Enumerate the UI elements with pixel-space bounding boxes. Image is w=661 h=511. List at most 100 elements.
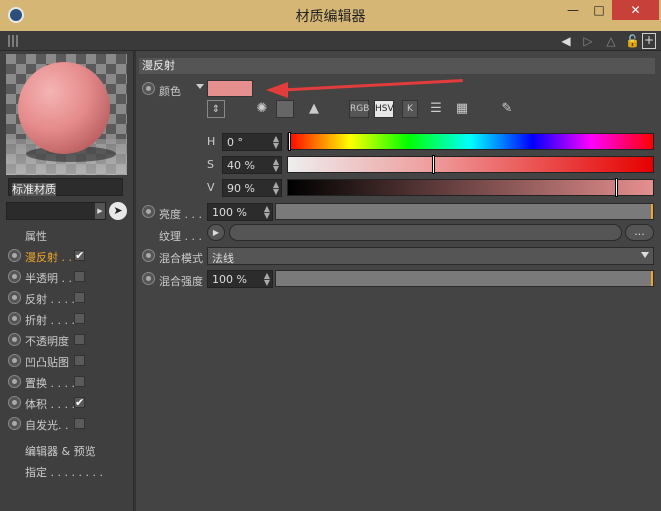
arrow-right-icon[interactable]: ▷ <box>578 33 598 49</box>
diffuse-panel: 漫反射 颜色 ⇕ ✺ ▲ RGB HSV K ☰ ▦ ✎ H 0 ° ▲ ▼ S … <box>136 51 661 511</box>
value-gradient-slider[interactable] <box>287 178 654 197</box>
radio-icon[interactable] <box>8 354 21 367</box>
radio-icon[interactable] <box>8 417 21 430</box>
cursor-pick-icon[interactable]: ➤ <box>109 202 127 220</box>
radio-icon[interactable] <box>8 333 21 346</box>
rgb-mode-button[interactable]: RGB <box>349 100 369 118</box>
radio-icon[interactable] <box>8 270 21 283</box>
minimize-button[interactable]: — <box>560 0 586 20</box>
channel-label: 反射 . . . . <box>25 293 75 306</box>
value-field[interactable]: 90 % ▲ ▼ <box>222 179 282 197</box>
channel-checkbox[interactable] <box>74 418 85 429</box>
color-expand-icon[interactable] <box>196 84 204 89</box>
assign-link[interactable]: 指定 . . . . . . . . <box>25 464 103 480</box>
channel-checkbox[interactable]: ✔ <box>74 250 85 261</box>
channel-refraction[interactable]: 折射 . . . . <box>8 310 128 328</box>
channel-label: 不透明度 <box>25 335 69 348</box>
blend-strength-field[interactable]: 100 % ▲ ▼ <box>207 270 273 288</box>
brightness-label: 亮度 . . . <box>159 208 202 221</box>
palette-icon[interactable]: ▦ <box>453 100 471 118</box>
hue-label: H <box>207 135 216 148</box>
channel-checkbox[interactable] <box>74 271 85 282</box>
channel-checkbox[interactable]: ✔ <box>74 397 85 408</box>
radio-icon[interactable] <box>8 291 21 304</box>
image-picker-icon[interactable]: ▲ <box>305 100 323 118</box>
swatch-icon[interactable] <box>276 100 294 118</box>
channel-label: 置换 . . . . <box>25 377 75 390</box>
mixer-icon[interactable]: ☰ <box>427 100 445 118</box>
spinner-icon[interactable]: ▲ ▼ <box>264 272 270 287</box>
spinner-icon[interactable]: ▲ ▼ <box>273 158 279 173</box>
channel-bump[interactable]: 凹凸贴图 <box>8 352 128 370</box>
radio-icon[interactable] <box>8 249 21 262</box>
material-preview[interactable] <box>6 54 127 175</box>
saturation-gradient-slider[interactable] <box>287 155 654 174</box>
brightness-value: 100 % <box>212 206 247 219</box>
kelvin-mode-button[interactable]: K <box>402 100 418 118</box>
hsv-mode-button[interactable]: HSV <box>374 100 394 118</box>
blend-strength-slider[interactable] <box>275 270 654 287</box>
dropdown-arrow-icon: ▶ <box>95 203 105 219</box>
new-window-icon[interactable]: + <box>642 33 656 49</box>
close-button[interactable]: ✕ <box>612 0 659 20</box>
hue-field[interactable]: 0 ° ▲ ▼ <box>222 133 282 151</box>
spinner-icon[interactable]: ▲ ▼ <box>273 135 279 150</box>
toolbar-grip-icon[interactable] <box>8 35 20 47</box>
hue-marker[interactable] <box>288 132 291 151</box>
channel-checkbox[interactable] <box>74 355 85 366</box>
radio-icon[interactable] <box>142 249 155 262</box>
saturation-field[interactable]: 40 % ▲ ▼ <box>222 156 282 174</box>
channel-displacement[interactable]: 置换 . . . . <box>8 373 128 391</box>
material-name-text: 标准材质 <box>12 183 56 196</box>
channel-volume[interactable]: 体积 . . . . ✔ <box>8 394 128 412</box>
up-arrow-icon[interactable]: △ <box>602 33 620 49</box>
editor-preview-link[interactable]: 编辑器 & 预览 <box>25 443 96 459</box>
value-marker[interactable] <box>615 178 618 197</box>
hue-gradient-slider[interactable] <box>287 132 654 151</box>
blend-mode-select[interactable]: 法线 <box>207 247 654 265</box>
spinner-icon[interactable]: ▲ ▼ <box>264 205 270 220</box>
brightness-slider-end <box>651 204 653 219</box>
arrow-left-icon[interactable]: ◀ <box>556 33 576 49</box>
spectrum-icon[interactable]: ⇕ <box>207 100 225 118</box>
channel-checkbox[interactable] <box>74 313 85 324</box>
channel-diffuse[interactable]: 漫反射 . . ✔ <box>8 247 128 265</box>
channel-alpha[interactable]: 不透明度 <box>8 331 128 349</box>
saturation-marker[interactable] <box>432 155 435 174</box>
brightness-fill <box>276 204 653 219</box>
texture-expand-button[interactable]: ▶ <box>207 224 225 241</box>
radio-icon[interactable] <box>8 312 21 325</box>
annotation-arrow-icon <box>266 82 288 98</box>
spinner-icon[interactable]: ▲ ▼ <box>273 181 279 196</box>
channel-checkbox[interactable] <box>74 334 85 345</box>
texture-more-button[interactable]: ... <box>625 224 654 241</box>
material-dropdown[interactable]: ▶ <box>6 202 106 220</box>
lock-icon[interactable]: 🔓 <box>625 33 640 49</box>
preview-sphere <box>18 62 110 154</box>
radio-icon[interactable] <box>8 396 21 409</box>
channel-checkbox[interactable] <box>74 292 85 303</box>
radio-icon[interactable] <box>142 205 155 218</box>
channel-label: 自发光. . <box>25 419 69 432</box>
channel-glow[interactable]: 自发光. . <box>8 415 128 433</box>
brightness-slider[interactable] <box>275 203 654 220</box>
editor-toolbar: ◀ ▷ △ 🔓 + <box>0 31 661 51</box>
material-name-field[interactable]: 标准材质 <box>8 178 123 196</box>
blend-strength-slider-end <box>651 271 653 286</box>
maximize-button[interactable]: □ <box>586 0 612 20</box>
color-wheel-icon[interactable]: ✺ <box>253 100 271 118</box>
eyedropper-icon[interactable]: ✎ <box>498 100 516 118</box>
blend-mode-label: 混合模式 <box>159 252 203 265</box>
section-title: 漫反射 <box>139 58 655 74</box>
channel-checkbox[interactable] <box>74 376 85 387</box>
radio-icon[interactable] <box>142 82 155 95</box>
brightness-field[interactable]: 100 % ▲ ▼ <box>207 203 273 221</box>
chevron-down-icon <box>641 252 649 258</box>
channel-reflection[interactable]: 反射 . . . . <box>8 289 128 307</box>
blend-mode-value: 法线 <box>212 252 234 265</box>
channel-luminance[interactable]: 半透明 . . <box>8 268 128 286</box>
radio-icon[interactable] <box>8 375 21 388</box>
texture-field[interactable] <box>229 224 622 241</box>
color-swatch[interactable] <box>207 80 253 97</box>
radio-icon[interactable] <box>142 272 155 285</box>
